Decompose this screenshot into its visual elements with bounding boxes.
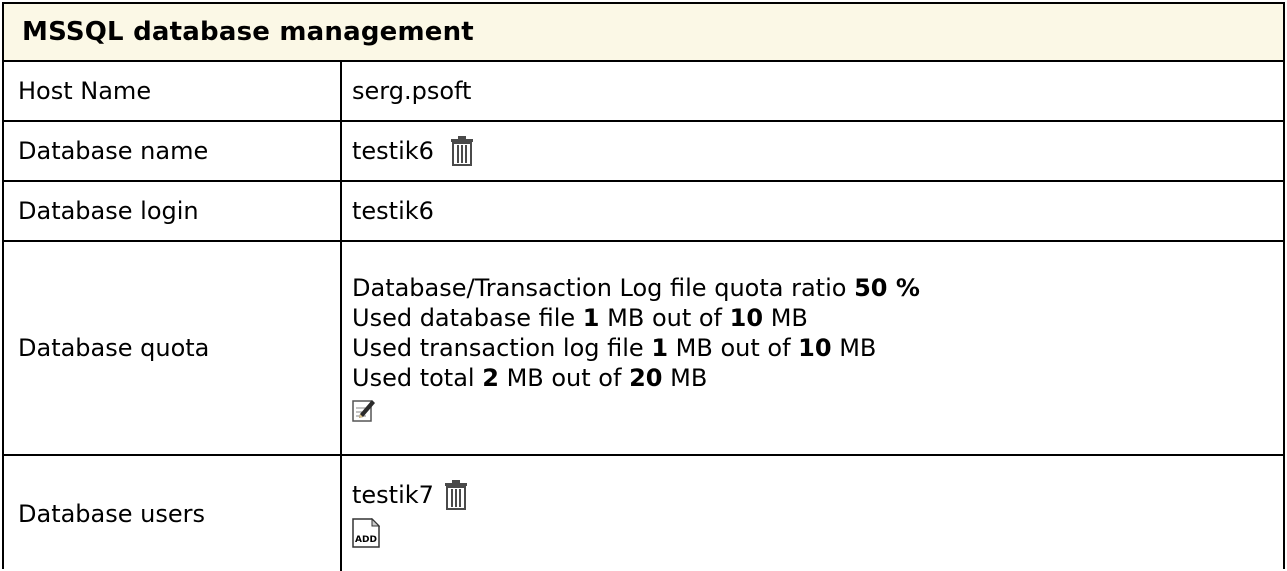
trash-icon <box>444 479 467 510</box>
host-name-value: serg.psoft <box>352 77 472 105</box>
add-icon-text: ADD <box>355 535 377 545</box>
used-total-of: MB out of <box>506 364 622 392</box>
database-users-cell: testik7 ADD <box>342 456 1283 571</box>
edit-quota-button[interactable] <box>352 397 376 423</box>
add-icon: ADD <box>352 517 380 548</box>
used-db-file-unit: MB <box>770 304 808 332</box>
used-db-file-line: Used database file 1 MB out of 10 MB <box>352 303 808 333</box>
used-log-file-prefix: Used transaction log file <box>352 334 644 362</box>
quota-ratio-line: Database/Transaction Log file quota rati… <box>352 273 920 303</box>
database-login-value: testik6 <box>352 197 434 225</box>
used-total-unit: MB <box>670 364 708 392</box>
database-quota-cell: Database/Transaction Log file quota rati… <box>342 242 1283 454</box>
delete-user-button[interactable] <box>444 479 468 510</box>
quota-ratio-text: Database/Transaction Log file quota rati… <box>352 274 847 302</box>
used-db-file-value: 1 <box>582 304 600 332</box>
used-log-file-total: 10 <box>798 334 832 362</box>
row-database-name: Database name testik6 <box>4 122 1283 182</box>
row-database-quota: Database quota Database/Transaction Log … <box>4 242 1283 456</box>
database-user-name: testik7 <box>352 480 434 509</box>
used-db-file-prefix: Used database file <box>352 304 576 332</box>
edit-icon <box>352 400 375 422</box>
mssql-management-panel: MSSQL database management Host Name serg… <box>2 2 1285 571</box>
row-host-name: Host Name serg.psoft <box>4 62 1283 122</box>
used-total-prefix: Used total <box>352 364 475 392</box>
row-database-login: Database login testik6 <box>4 182 1283 242</box>
used-db-file-total: 10 <box>729 304 764 332</box>
row-database-users: Database users testik7 ADD <box>4 456 1283 571</box>
used-log-file-line: Used transaction log file 1 MB out of 10… <box>352 333 876 363</box>
database-users-label: Database users <box>4 456 342 571</box>
database-name-cell: testik6 <box>342 122 1283 180</box>
panel-title: MSSQL database management <box>4 4 1283 62</box>
used-log-file-value: 1 <box>651 334 669 362</box>
used-log-file-of: MB out of <box>675 334 791 362</box>
used-db-file-of: MB out of <box>607 304 723 332</box>
user-entry: testik7 <box>352 479 468 510</box>
database-quota-label: Database quota <box>4 242 342 454</box>
database-name-value: testik6 <box>352 137 434 165</box>
add-user-button[interactable]: ADD <box>352 517 380 548</box>
used-total-line: Used total 2 MB out of 20 MB <box>352 363 707 393</box>
used-total-value: 2 <box>482 364 499 392</box>
used-total-total: 20 <box>629 364 663 392</box>
host-name-label: Host Name <box>4 62 342 120</box>
quota-ratio-value: 50 % <box>854 274 920 302</box>
database-name-label: Database name <box>4 122 342 180</box>
trash-icon <box>450 136 473 166</box>
delete-database-button[interactable] <box>450 136 474 166</box>
database-login-label: Database login <box>4 182 342 240</box>
used-log-file-unit: MB <box>839 334 877 362</box>
